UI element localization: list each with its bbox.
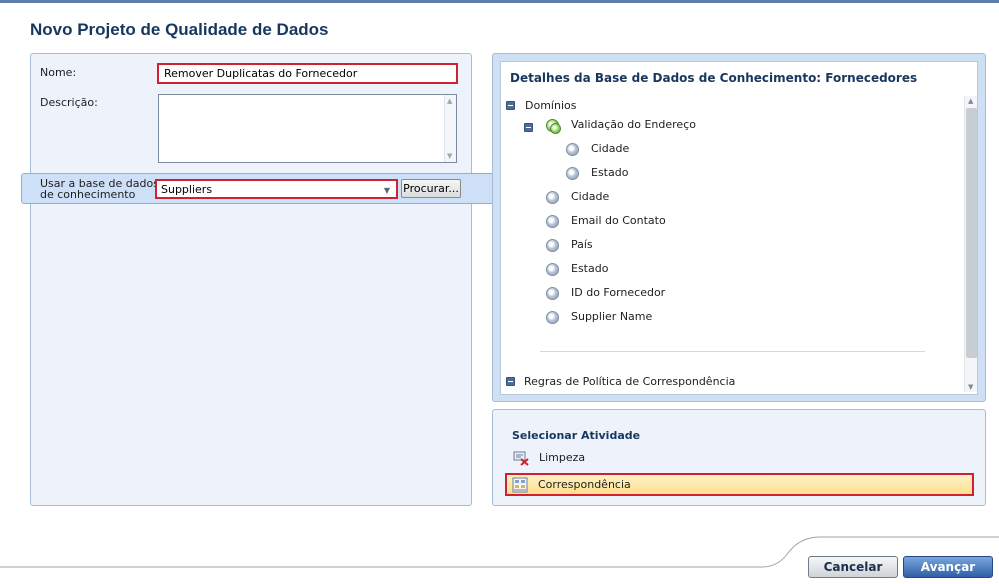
domain-icon [546, 263, 559, 276]
knowledge-base-select[interactable]: Suppliers ▼ [155, 179, 398, 199]
activity-item-matching[interactable]: Correspondência [538, 478, 631, 492]
activity-item-cleansing[interactable]: Limpeza [539, 451, 585, 465]
cleansing-icon [513, 451, 529, 466]
tree-node-matching-rules[interactable]: Regras de Política de Correspondência [524, 375, 735, 389]
scroll-down-icon[interactable]: ▼ [968, 383, 973, 391]
knowledge-base-selected-value: Suppliers [161, 183, 213, 196]
tree-node-domain[interactable]: ID do Fornecedor [571, 286, 665, 300]
tree-node-domains[interactable]: Domínios [525, 99, 576, 113]
collapse-icon[interactable] [506, 101, 515, 110]
scrollbar-thumb[interactable] [966, 108, 977, 358]
tree-node-domain[interactable]: Estado [571, 262, 608, 276]
activity-title: Selecionar Atividade [512, 429, 641, 442]
scroll-up-icon[interactable]: ▲ [447, 97, 452, 105]
description-label: Descrição: [40, 96, 98, 109]
name-label: Nome: [40, 66, 77, 79]
cancel-button[interactable]: Cancelar [808, 556, 898, 578]
scroll-up-icon[interactable]: ▲ [968, 97, 973, 105]
domain-icon [546, 239, 559, 252]
knowledge-base-label: Usar a base de dados de conhecimento [40, 178, 159, 200]
description-textarea[interactable]: ▲ ▼ [158, 94, 457, 163]
domain-icon [546, 215, 559, 228]
domain-icon [546, 191, 559, 204]
domain-icon [566, 167, 579, 180]
domain-icon [566, 143, 579, 156]
chevron-down-icon[interactable]: ▼ [384, 184, 390, 197]
tree-node-domain[interactable]: Cidade [571, 190, 609, 204]
domain-icon [546, 311, 559, 324]
scroll-down-icon[interactable]: ▼ [447, 152, 452, 160]
tree-node-domain[interactable]: Supplier Name [571, 310, 652, 324]
tree-node-composite-child[interactable]: Estado [591, 166, 628, 180]
knowledge-base-label-line2: de conhecimento [40, 188, 136, 201]
domain-icon [546, 287, 559, 300]
tree-node-domain[interactable]: País [571, 238, 593, 252]
browse-button[interactable]: Procurar... [401, 179, 461, 198]
tree-node-composite-child[interactable]: Cidade [591, 142, 629, 156]
tree-divider [540, 351, 925, 352]
collapse-icon[interactable] [524, 123, 533, 132]
details-scrollbar[interactable]: ▲ ▼ [964, 96, 977, 392]
collapse-icon[interactable] [506, 377, 515, 386]
window-top-border [0, 0, 999, 3]
next-button[interactable]: Avançar [903, 556, 993, 578]
page-title: Novo Projeto de Qualidade de Dados [30, 20, 329, 39]
details-title: Detalhes da Base de Dados de Conheciment… [510, 71, 918, 85]
matching-icon [512, 477, 528, 493]
tree-node-domain[interactable]: Email do Contato [571, 214, 666, 228]
composite-domain-icon [550, 123, 561, 134]
tree-node-composite-domain[interactable]: Validação do Endereço [571, 118, 696, 132]
description-scrollbar[interactable]: ▲ ▼ [444, 95, 456, 162]
name-input[interactable]: Remover Duplicatas do Fornecedor [157, 63, 458, 84]
